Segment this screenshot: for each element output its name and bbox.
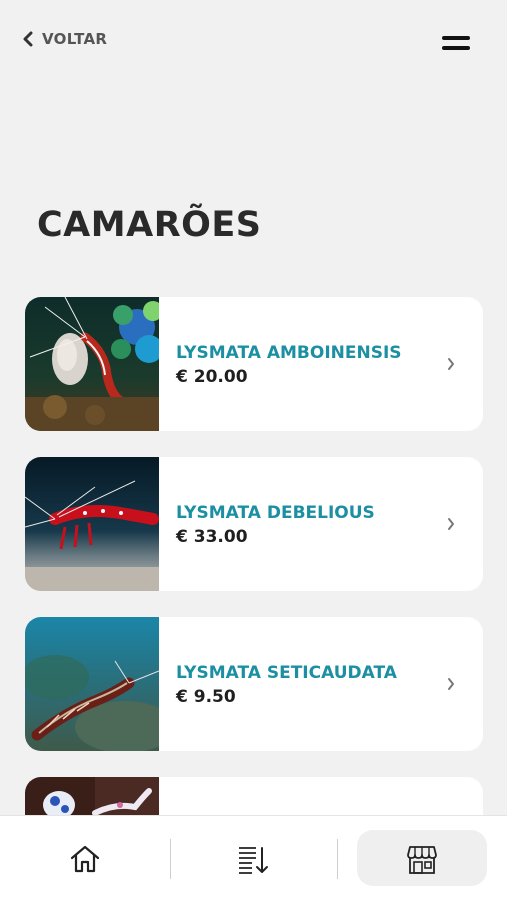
product-price: € 20.00	[176, 367, 248, 387]
page-title: CAMARÕES	[37, 205, 262, 245]
product-name: LYSMATA SETICAUDATA	[176, 663, 397, 683]
menu-icon[interactable]	[440, 32, 472, 54]
product-image	[25, 297, 159, 431]
sort-list-icon	[239, 847, 268, 874]
product-image	[25, 617, 159, 751]
product-name: LYSMATA DEBELIOUS	[176, 503, 375, 523]
product-card[interactable]: LYSMATA DEBELIOUS € 33.00	[25, 457, 483, 591]
lysmata-debelious-photo	[25, 457, 159, 591]
chevron-right-icon	[448, 678, 454, 690]
store-icon	[407, 846, 437, 874]
nav-sort[interactable]	[188, 830, 318, 886]
product-list[interactable]: LYSMATA AMBOINENSIS € 20.00 LYSMATA DEBE…	[25, 297, 483, 815]
product-card[interactable]	[25, 777, 483, 815]
home-icon	[70, 845, 100, 873]
harlequin-shrimp-photo	[25, 777, 159, 815]
nav-store[interactable]	[357, 830, 487, 886]
lysmata-seticaudata-photo	[25, 617, 159, 751]
chevron-left-icon	[23, 31, 33, 47]
product-price: € 9.50	[176, 687, 236, 707]
product-card[interactable]: LYSMATA SETICAUDATA € 9.50	[25, 617, 483, 751]
product-price: € 33.00	[176, 527, 248, 547]
top-bar: VOLTAR	[0, 0, 507, 90]
product-name: LYSMATA AMBOINENSIS	[176, 343, 402, 363]
bottom-navigation	[0, 815, 507, 901]
product-image	[25, 457, 159, 591]
back-label: VOLTAR	[42, 30, 108, 48]
nav-divider	[337, 839, 338, 879]
chevron-right-icon	[448, 518, 454, 530]
lysmata-amboinensis-photo	[25, 297, 159, 431]
product-image	[25, 777, 159, 815]
product-card[interactable]: LYSMATA AMBOINENSIS € 20.00	[25, 297, 483, 431]
nav-divider	[170, 839, 171, 879]
nav-home[interactable]	[20, 830, 150, 886]
back-button[interactable]: VOLTAR	[22, 30, 107, 48]
chevron-right-icon	[448, 358, 454, 370]
